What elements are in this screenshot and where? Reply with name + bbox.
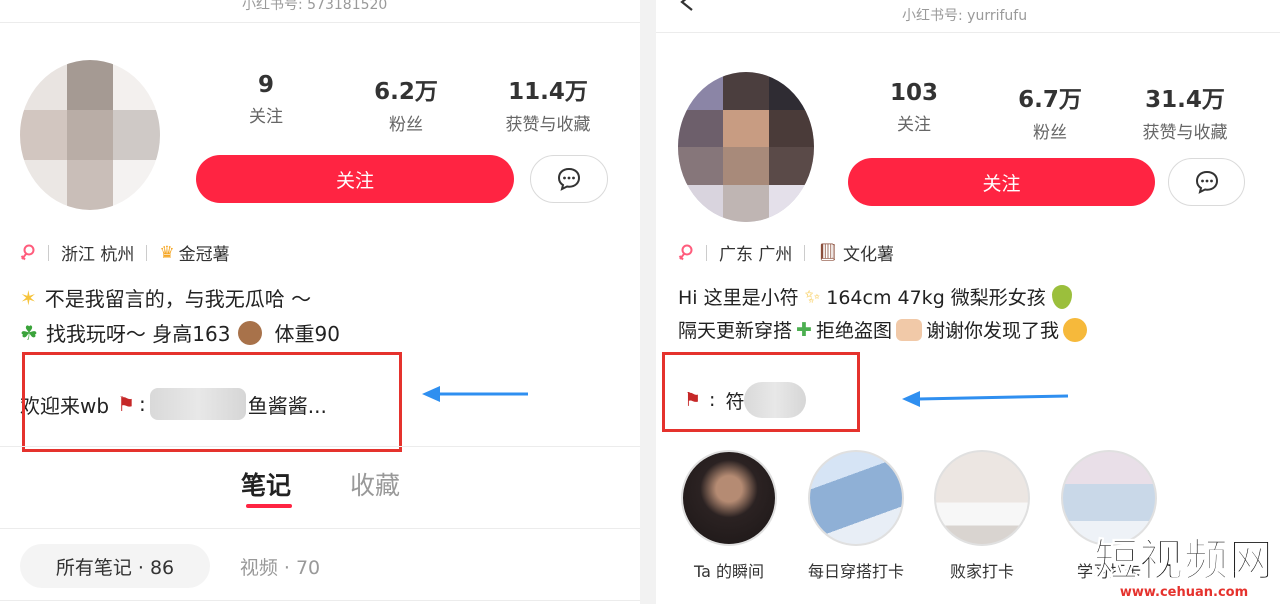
location-tag: 浙江 杭州 <box>61 245 135 265</box>
follow-button[interactable]: 关注 <box>196 155 514 203</box>
likes-label: 获赞与收藏 <box>505 115 591 135</box>
bio-text-2b: 体重90 <box>274 322 340 346</box>
following-count: 103 <box>889 80 938 106</box>
tabs-bottom-divider <box>0 528 640 529</box>
right-profile-screenshot: 小红书号: yurrifufu 103 关注 6.7万 粉丝 31.4万 获赞与… <box>656 0 1280 604</box>
filter-all-notes[interactable]: 所有笔记 · 86 <box>20 544 210 588</box>
filter-videos[interactable]: 视频 · 70 <box>228 544 332 588</box>
pear-icon <box>1051 284 1072 309</box>
annotation-box <box>22 352 402 452</box>
puzzle-icon: ✚ <box>796 318 812 341</box>
left-profile-screenshot: 小红书号: 573181520 9 关注 6.2万 粉丝 11.4万 获赞与收藏… <box>0 0 640 604</box>
highlight-cover <box>934 450 1030 546</box>
account-id: 小红书号: 573181520 <box>242 0 388 13</box>
avatar[interactable] <box>678 72 814 222</box>
fans-label: 粉丝 <box>1033 123 1067 143</box>
crown-icon: ♛ <box>159 242 175 263</box>
annotation-box <box>662 352 860 432</box>
back-arrow-icon[interactable] <box>678 0 698 12</box>
annotation-arrow-icon <box>422 386 528 402</box>
level-badge: 文化薯 <box>843 245 894 265</box>
annotation-arrow-icon <box>902 391 1069 407</box>
account-id: 小红书号: yurrifufu <box>902 8 1028 24</box>
fans-count: 6.2万 <box>374 79 438 105</box>
highlight-cover <box>1061 450 1157 546</box>
likes-count: 31.4万 <box>1145 87 1225 113</box>
active-tab-indicator <box>246 504 292 508</box>
sparkle-icon: ✨︎ <box>804 285 821 308</box>
bio-text-2a: 隔天更新穿搭 <box>678 320 793 342</box>
bio-text-2b: 拒绝盗图 <box>815 320 892 342</box>
stat-following[interactable]: 9 关注 <box>226 72 306 127</box>
watermark-url: www.cehuan.com <box>1119 585 1249 600</box>
tabs-top-divider <box>0 446 640 447</box>
stat-following[interactable]: 103 关注 <box>874 80 954 135</box>
profile-tags: 浙江 杭州 ♛ 金冠薯 <box>20 240 230 265</box>
highlight-cover <box>808 450 904 546</box>
following-label: 关注 <box>249 107 283 127</box>
header-divider <box>656 32 1280 33</box>
star-emoji-icon: ✶ <box>20 285 37 310</box>
chat-bubble-icon <box>557 167 581 191</box>
location-tag: 广东 广州 <box>719 245 793 265</box>
bio-line-1: ✶ 不是我留言的，与我无瓜哈 ～ <box>20 283 311 312</box>
level-badge: 金冠薯 <box>178 245 230 265</box>
highlight-label: 败家打卡 <box>949 562 1014 581</box>
tab-notes[interactable]: 笔记 <box>241 466 291 502</box>
bio-text-1b: 164cm 47kg 微梨形女孩 <box>826 287 1046 309</box>
site-watermark: 短视频网 www.cehuan.com <box>1094 535 1274 600</box>
bio-text-2c: 谢谢你发现了我 <box>925 320 1059 342</box>
stat-fans[interactable]: 6.2万 粉丝 <box>356 72 456 135</box>
highlight-label: Ta 的瞬间 <box>693 562 765 581</box>
stat-fans[interactable]: 6.7万 粉丝 <box>1000 80 1100 143</box>
following-count: 9 <box>257 72 274 98</box>
avatar[interactable] <box>20 60 160 210</box>
likes-label: 获赞与收藏 <box>1142 123 1228 143</box>
bottom-divider <box>0 600 640 601</box>
bio-line-2: ☘ 找我玩呀～ 身高163 体重90 <box>20 318 340 347</box>
female-icon <box>20 244 35 260</box>
profile-tags: 广东 广州 📕︎ 文化薯 <box>678 240 894 265</box>
bio-text-2a: 找我玩呀～ 身高163 <box>45 322 231 346</box>
book-icon: 📕︎ <box>817 242 839 263</box>
highlight-moments[interactable]: Ta 的瞬间 <box>674 450 784 582</box>
smiling-face-icon <box>1062 317 1087 342</box>
tab-favorites[interactable]: 收藏 <box>350 466 400 502</box>
chat-bubble-icon <box>1195 170 1218 194</box>
highlight-cover <box>681 450 777 546</box>
highlight-shopping[interactable]: 败家打卡 <box>927 450 1037 582</box>
message-button[interactable] <box>1168 158 1245 206</box>
bio-line-2: 隔天更新穿搭 ✚ 拒绝盗图 谢谢你发现了我 <box>678 316 1087 343</box>
likes-count: 11.4万 <box>508 79 588 105</box>
fans-count: 6.7万 <box>1018 87 1082 113</box>
bio-text-1a: Hi 这里是小符 <box>678 287 799 309</box>
female-icon <box>678 244 693 260</box>
header-divider <box>0 22 640 23</box>
highlight-daily-outfit[interactable]: 每日穿搭打卡 <box>801 450 911 582</box>
fans-label: 粉丝 <box>389 115 423 135</box>
monkey-emoji-icon <box>238 320 263 345</box>
message-button[interactable] <box>530 155 608 203</box>
follow-button[interactable]: 关注 <box>848 158 1155 206</box>
stat-likes[interactable]: 11.4万 获赞与收藏 <box>492 72 604 135</box>
following-label: 关注 <box>897 115 931 135</box>
panel-gap <box>640 0 656 604</box>
stat-likes[interactable]: 31.4万 获赞与收藏 <box>1130 80 1240 143</box>
bio-text-1: 不是我留言的，与我无瓜哈 ～ <box>44 287 312 311</box>
bio-line-1: Hi 这里是小符 ✨︎ 164cm 47kg 微梨形女孩 <box>678 283 1072 310</box>
clover-icon: ☘ <box>20 320 38 345</box>
highlight-label: 每日穿搭打卡 <box>807 562 904 581</box>
watermark-text: 短视频网 <box>1094 535 1274 586</box>
hands-icon <box>895 318 922 341</box>
